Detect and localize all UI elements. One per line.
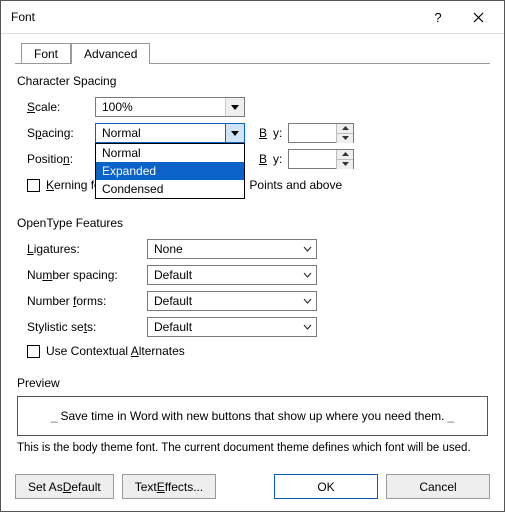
ligatures-combo[interactable]: None	[147, 239, 317, 259]
close-icon	[473, 12, 484, 23]
kerning-checkbox[interactable]	[27, 179, 40, 192]
preview-text: Save time in Word with new buttons that …	[61, 409, 445, 423]
dialog-title: Font	[11, 10, 418, 24]
stylistic-sets-combo[interactable]: Default	[147, 317, 317, 337]
scale-label: Scale:	[27, 100, 95, 114]
contextual-alternates-label: Use Contextual Alternates	[46, 344, 185, 358]
close-button[interactable]	[458, 3, 498, 31]
spacing-label: Spacing:	[27, 126, 95, 140]
contextual-alternates-checkbox[interactable]	[27, 345, 40, 358]
chevron-down-icon	[298, 292, 316, 310]
number-spacing-label: Number spacing:	[27, 268, 147, 282]
set-as-default-button[interactable]: Set As Default	[15, 474, 114, 499]
scale-combo[interactable]: 100%	[95, 97, 245, 117]
group-opentype: OpenType Features	[17, 216, 488, 230]
chevron-down-icon	[225, 98, 244, 116]
text-effects-button[interactable]: Text Effects...	[122, 474, 217, 499]
help-button[interactable]: ?	[418, 3, 458, 31]
spacing-option-expanded[interactable]: Expanded	[96, 162, 244, 180]
spacing-option-condensed[interactable]: Condensed	[96, 180, 244, 198]
spacing-by-spinner[interactable]	[288, 123, 354, 143]
spacing-by-label: B	[259, 126, 267, 140]
number-spacing-combo[interactable]: Default	[147, 265, 317, 285]
cancel-button[interactable]: Cancel	[386, 474, 490, 499]
spacing-dropdown-list[interactable]: NormalExpandedCondensed	[95, 143, 245, 199]
spacing-combo[interactable]: Normal	[95, 123, 245, 143]
group-character-spacing: Character Spacing	[17, 74, 488, 88]
chevron-down-icon	[298, 240, 316, 258]
preview-box: _ Save time in Word with new buttons tha…	[17, 396, 488, 436]
number-forms-combo[interactable]: Default	[147, 291, 317, 311]
tab-font[interactable]: Font	[21, 43, 71, 64]
spacing-option-normal[interactable]: Normal	[96, 144, 244, 162]
number-forms-label: Number forms:	[27, 294, 147, 308]
chevron-down-icon	[298, 266, 316, 284]
position-by-label: B	[259, 152, 267, 166]
ligatures-label: Ligatures:	[27, 242, 147, 256]
chevron-down-icon	[298, 318, 316, 336]
preview-note: This is the body theme font. The current…	[17, 442, 488, 454]
ok-button[interactable]: OK	[274, 474, 378, 499]
group-preview: Preview	[17, 376, 488, 390]
position-label: Position:	[27, 152, 95, 166]
stylistic-sets-label: Stylistic sets:	[27, 320, 147, 334]
chevron-down-icon	[225, 124, 244, 142]
position-by-spinner[interactable]	[288, 149, 354, 169]
tab-advanced[interactable]: Advanced	[71, 43, 150, 64]
kerning-suffix: Points and above	[249, 178, 342, 192]
